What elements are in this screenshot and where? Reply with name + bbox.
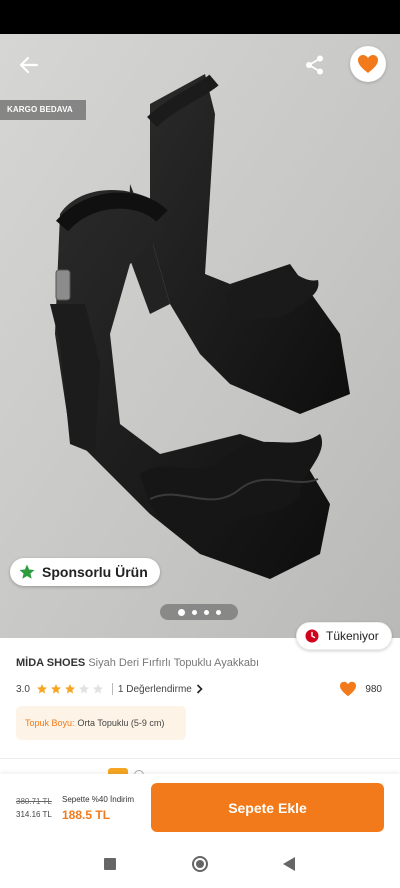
product-title: MİDA SHOES Siyah Deri Fırfırlı Topuklu A… (16, 656, 388, 670)
price-block: 380.71 TL 314.16 TL (16, 796, 66, 821)
rating-stars (36, 683, 104, 695)
variant-value: Orta Topuklu (5-9 cm) (77, 718, 165, 728)
arrow-left-icon (19, 56, 39, 74)
share-button[interactable] (300, 50, 330, 80)
product-detail-screen: KARGO BEDAVA Sponsorlu Ürün Tükeniyor Mİ… (0, 0, 400, 888)
star-filled-icon (50, 684, 61, 694)
low-stock-badge: Tükeniyor (296, 622, 392, 650)
purchase-bar: 380.71 TL 314.16 TL Sepette %40 İndirim … (0, 774, 400, 840)
heart-icon (340, 681, 357, 697)
rating-row: 3.0 1 Değerlendirme 980 (16, 680, 386, 698)
star-filled-icon (64, 684, 75, 694)
divider (111, 683, 113, 695)
status-bar (0, 0, 400, 34)
low-stock-label: Tükeniyor (326, 629, 379, 643)
gallery-dot[interactable] (191, 609, 197, 615)
product-photo (0, 34, 400, 638)
home-button[interactable] (192, 856, 208, 872)
back-button[interactable] (14, 50, 44, 80)
old-price: 380.71 TL (16, 797, 52, 806)
cart-discount-label: Sepette %40 İndirim (62, 795, 135, 804)
free-shipping-badge: KARGO BEDAVA (0, 100, 86, 120)
product-name: Siyah Deri Fırfırlı Topuklu Ayakkabı (88, 657, 260, 669)
reviews-link-label: 1 Değerlendirme (117, 683, 192, 695)
star-empty-icon (92, 684, 103, 694)
favorite-button[interactable] (350, 46, 386, 82)
gallery-pagination (160, 604, 238, 620)
clock-icon (305, 629, 319, 643)
cart-discount-price: 188.5 TL (62, 808, 111, 822)
star-filled-icon (36, 684, 47, 694)
product-image-gallery[interactable]: KARGO BEDAVA Sponsorlu Ürün (0, 34, 400, 638)
system-navigation-bar (0, 840, 400, 888)
system-back-button[interactable] (283, 857, 295, 871)
brand-name[interactable]: MİDA SHOES (16, 657, 85, 669)
variant-selector[interactable]: Topuk Boyu: Orta Topuklu (5-9 cm) (16, 706, 186, 740)
chevron-right-icon (196, 684, 203, 694)
gallery-dot[interactable] (203, 609, 209, 615)
favorite-count-value: 980 (365, 683, 382, 695)
sponsored-label: Sponsorlu Ürün (42, 564, 148, 580)
reviews-link[interactable]: 1 Değerlendirme (118, 684, 203, 695)
cart-discount-block: Sepette %40 İndirim 188.5 TL (62, 794, 152, 823)
favorite-count: 980 (339, 681, 382, 697)
variant-key: Topuk Boyu: (25, 718, 75, 728)
add-to-cart-button[interactable]: Sepete Ekle (151, 783, 384, 832)
section-divider (0, 758, 400, 759)
rating-value: 3.0 (16, 683, 30, 695)
star-empty-icon (78, 684, 89, 694)
gallery-dot-active[interactable] (177, 608, 185, 616)
recent-apps-button[interactable] (104, 858, 116, 870)
heart-icon (358, 55, 378, 73)
gallery-dot[interactable] (215, 609, 221, 615)
share-icon (306, 55, 323, 75)
star-icon (19, 564, 35, 579)
sponsored-badge: Sponsorlu Ürün (10, 558, 160, 586)
current-price: 314.16 TL (16, 810, 52, 819)
